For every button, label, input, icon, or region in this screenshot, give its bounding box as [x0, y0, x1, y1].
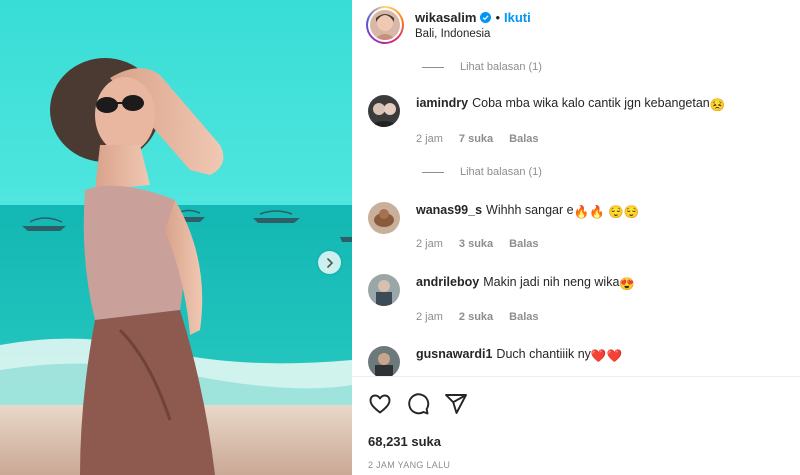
post-image[interactable]: [0, 0, 352, 475]
reply-button[interactable]: Balas: [509, 133, 538, 145]
comment-username[interactable]: andrileboy: [416, 275, 479, 289]
comment-text: Duch chantiiik ny: [496, 347, 591, 361]
comment-likes[interactable]: 7 suka: [459, 133, 493, 145]
comment-time[interactable]: 2 jam: [416, 133, 443, 145]
replies-divider: [422, 66, 444, 68]
author-avatar[interactable]: [366, 6, 404, 44]
replies-divider: [422, 171, 444, 173]
post-photo: [0, 0, 352, 475]
comments-list[interactable]: Lihat balasan (1) iamindry Coba mba wika …: [352, 50, 800, 376]
post-panel: wikasalim • Ikuti Bali, Indonesia Lihat …: [352, 0, 800, 475]
comment-meta: 2 jam 2 suka Balas: [416, 311, 555, 323]
separator-dot: •: [495, 10, 500, 25]
comment-likes[interactable]: 2 suka: [459, 311, 493, 323]
speech-bubble-icon[interactable]: [406, 392, 430, 416]
like-count[interactable]: 68,231 suka: [368, 434, 441, 449]
comment-meta: 2 jam 3 suka Balas: [416, 238, 555, 250]
comment-text: Wihhh sangar e: [486, 203, 574, 217]
comment-text: Makin jadi nih neng wika: [483, 275, 620, 289]
comment-username[interactable]: iamindry: [416, 96, 468, 110]
view-replies-label: Lihat balasan (1): [460, 166, 542, 178]
paper-plane-icon[interactable]: [444, 392, 468, 416]
reply-button[interactable]: Balas: [509, 238, 538, 250]
commenter-avatar[interactable]: [368, 202, 400, 234]
post-actions: 68,231 suka 2 JAM YANG LALU: [352, 376, 800, 475]
follow-button[interactable]: Ikuti: [504, 10, 531, 25]
comment-meta: 2 jam 7 suka Balas: [416, 133, 555, 145]
view-replies-link[interactable]: Lihat balasan (1): [422, 61, 542, 73]
comment-likes[interactable]: 3 suka: [459, 238, 493, 250]
heart-outline-icon[interactable]: [368, 392, 392, 416]
comment-text: Coba mba wika kalo cantik jgn kebangetan: [472, 96, 710, 110]
commenter-avatar[interactable]: [368, 274, 400, 306]
carousel-next-button[interactable]: [318, 251, 341, 274]
post-header: wikasalim • Ikuti Bali, Indonesia: [352, 0, 800, 50]
view-replies-link[interactable]: Lihat balasan (1): [422, 166, 542, 178]
comment-emoji: 🔥🔥 😌😌: [573, 205, 640, 219]
comment-username[interactable]: wanas99_s: [416, 203, 482, 217]
commenter-avatar[interactable]: [368, 95, 400, 127]
comment-time[interactable]: 2 jam: [416, 311, 443, 323]
comment-time[interactable]: 2 jam: [416, 238, 443, 250]
comment-username[interactable]: gusnawardi1: [416, 347, 492, 361]
comment-emoji: ❤️❤️: [590, 349, 623, 363]
commenter-avatar[interactable]: [368, 346, 400, 376]
reply-button[interactable]: Balas: [509, 311, 538, 323]
comment-emoji: 😣: [709, 98, 726, 112]
author-username[interactable]: wikasalim: [415, 10, 476, 25]
comment-emoji: 😍: [619, 277, 635, 291]
chevron-right-icon: [326, 257, 333, 268]
view-replies-label: Lihat balasan (1): [460, 61, 542, 73]
post-timestamp[interactable]: 2 JAM YANG LALU: [368, 460, 450, 470]
post-location[interactable]: Bali, Indonesia: [415, 28, 531, 40]
verified-badge-icon: [480, 12, 492, 23]
